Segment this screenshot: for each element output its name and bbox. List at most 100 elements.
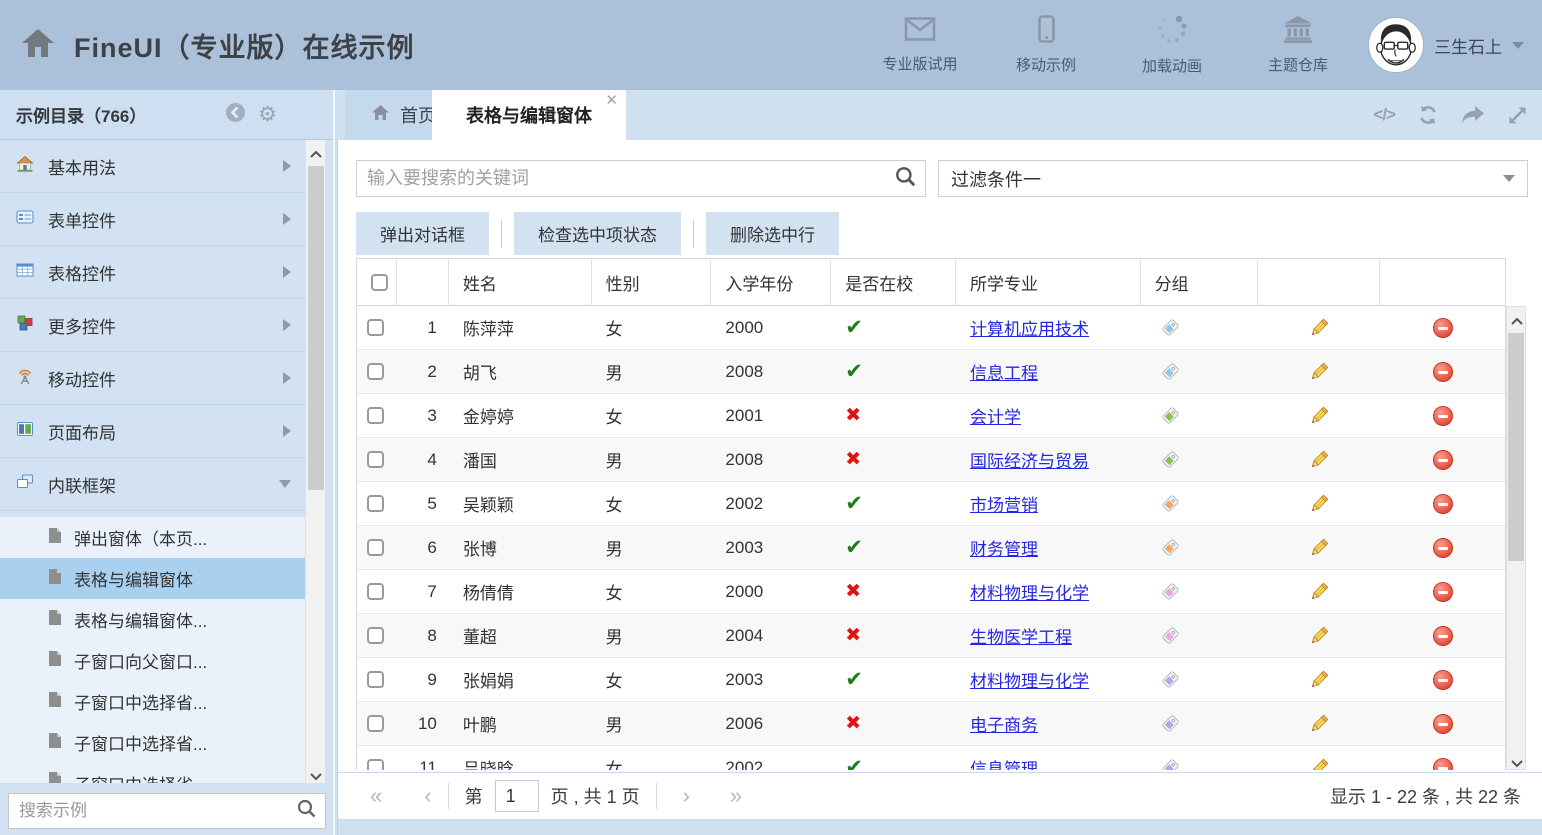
edit-pencil-icon[interactable] bbox=[1309, 362, 1329, 382]
major-link[interactable]: 材料物理与化学 bbox=[970, 579, 1089, 604]
delete-row-icon[interactable] bbox=[1433, 582, 1453, 602]
major-link[interactable]: 信息工程 bbox=[970, 359, 1038, 384]
share-arrow-icon[interactable] bbox=[1461, 105, 1485, 125]
first-page-icon[interactable]: « bbox=[370, 785, 382, 807]
submenu-item[interactable]: 表格与编辑窗体... bbox=[0, 599, 305, 640]
avatar[interactable] bbox=[1368, 17, 1424, 73]
row-checkbox[interactable] bbox=[367, 319, 384, 336]
edit-pencil-icon[interactable] bbox=[1309, 538, 1329, 558]
submenu-item[interactable]: 子窗口中选择省 bbox=[0, 763, 305, 783]
sidebar-item-more[interactable]: 更多控件 bbox=[0, 299, 305, 352]
major-link[interactable]: 电子商务 bbox=[970, 711, 1038, 736]
select-all-checkbox[interactable] bbox=[371, 274, 388, 291]
expand-icon[interactable] bbox=[1507, 105, 1528, 126]
major-link[interactable]: 信息管理 bbox=[970, 755, 1038, 770]
sidebar-item-form[interactable]: 表单控件 bbox=[0, 193, 305, 246]
trial-action[interactable]: 专业版试用 bbox=[880, 16, 960, 74]
row-checkbox[interactable] bbox=[367, 759, 384, 770]
major-link[interactable]: 会计学 bbox=[970, 403, 1021, 428]
sidebar-item-basic[interactable]: 基本用法 bbox=[0, 140, 305, 193]
col-year[interactable]: 入学年份 bbox=[711, 259, 831, 305]
mobile-demo-action[interactable]: 移动示例 bbox=[1006, 15, 1086, 75]
major-link[interactable]: 计算机应用技术 bbox=[970, 315, 1089, 340]
view-source-icon[interactable]: </> bbox=[1373, 105, 1395, 125]
theme-repo-action[interactable]: 主题仓库 bbox=[1258, 15, 1338, 75]
major-link[interactable]: 市场营销 bbox=[970, 491, 1038, 516]
tab-close-icon[interactable]: ✕ bbox=[605, 93, 618, 108]
row-checkbox[interactable] bbox=[367, 671, 384, 688]
edit-pencil-icon[interactable] bbox=[1309, 714, 1329, 734]
edit-pencil-icon[interactable] bbox=[1309, 450, 1329, 470]
delete-row-icon[interactable] bbox=[1433, 450, 1453, 470]
prev-page-icon[interactable]: ‹ bbox=[424, 785, 431, 807]
edit-pencil-icon[interactable] bbox=[1309, 758, 1329, 771]
sidebar-item-layout[interactable]: 页面布局 bbox=[0, 405, 305, 458]
row-checkbox[interactable] bbox=[367, 495, 384, 512]
col-name[interactable]: 姓名 bbox=[449, 259, 592, 305]
major-link[interactable]: 生物医学工程 bbox=[970, 623, 1072, 648]
next-page-icon[interactable]: › bbox=[683, 785, 690, 807]
last-page-icon[interactable]: » bbox=[730, 785, 742, 807]
sidebar-search-input[interactable] bbox=[9, 801, 296, 821]
delete-row-icon[interactable] bbox=[1433, 714, 1453, 734]
row-checkbox[interactable] bbox=[367, 363, 384, 380]
loading-animation-action[interactable]: 加载动画 bbox=[1132, 14, 1212, 76]
check-selection-button[interactable]: 检查选中项状态 bbox=[514, 212, 681, 255]
delete-row-icon[interactable] bbox=[1433, 362, 1453, 382]
submenu-item[interactable]: 子窗口向父窗口... bbox=[0, 640, 305, 681]
delete-row-icon[interactable] bbox=[1433, 494, 1453, 514]
col-group[interactable]: 分组 bbox=[1141, 259, 1259, 305]
submenu-item-selected[interactable]: 表格与编辑窗体 bbox=[0, 558, 305, 599]
delete-row-icon[interactable] bbox=[1433, 626, 1453, 646]
delete-rows-button[interactable]: 删除选中行 bbox=[706, 212, 839, 255]
scroll-down-icon[interactable] bbox=[1509, 755, 1525, 773]
scrollbar-thumb[interactable] bbox=[1508, 333, 1524, 561]
col-major[interactable]: 所学专业 bbox=[956, 259, 1141, 305]
sidebar-item-grid[interactable]: 表格控件 bbox=[0, 246, 305, 299]
submenu-item[interactable]: 子窗口中选择省... bbox=[0, 681, 305, 722]
refresh-icon[interactable] bbox=[1417, 104, 1439, 126]
edit-pencil-icon[interactable] bbox=[1309, 318, 1329, 338]
scroll-down-icon[interactable] bbox=[308, 768, 324, 786]
scroll-up-icon[interactable] bbox=[308, 145, 324, 163]
home-icon[interactable] bbox=[20, 27, 56, 64]
col-inschool[interactable]: 是否在校 bbox=[831, 259, 956, 305]
open-dialog-button[interactable]: 弹出对话框 bbox=[356, 212, 489, 255]
sidebar-item-iframe[interactable]: 内联框架 bbox=[0, 458, 305, 511]
tab-grid-edit-window[interactable]: 表格与编辑窗体 ✕ bbox=[432, 90, 626, 140]
delete-row-icon[interactable] bbox=[1433, 670, 1453, 690]
edit-pencil-icon[interactable] bbox=[1309, 582, 1329, 602]
sidebar-item-mobile[interactable]: 移动控件 bbox=[0, 352, 305, 405]
delete-row-icon[interactable] bbox=[1433, 758, 1453, 771]
user-menu[interactable]: 三生石上 bbox=[1368, 0, 1524, 90]
delete-row-icon[interactable] bbox=[1433, 406, 1453, 426]
submenu-item[interactable]: 弹出窗体（本页... bbox=[0, 517, 305, 558]
grid-scrollbar[interactable] bbox=[1506, 306, 1526, 770]
collapse-circle-icon[interactable] bbox=[225, 102, 246, 128]
scrollbar-thumb[interactable] bbox=[308, 166, 324, 490]
col-gender[interactable]: 性别 bbox=[592, 259, 712, 305]
row-checkbox[interactable] bbox=[367, 407, 384, 424]
major-link[interactable]: 国际经济与贸易 bbox=[970, 447, 1089, 472]
delete-row-icon[interactable] bbox=[1433, 538, 1453, 558]
row-checkbox[interactable] bbox=[367, 627, 384, 644]
submenu-item[interactable]: 子窗口中选择省... bbox=[0, 722, 305, 763]
search-icon[interactable] bbox=[894, 165, 917, 193]
edit-pencil-icon[interactable] bbox=[1309, 670, 1329, 690]
scroll-up-icon[interactable] bbox=[1509, 312, 1525, 330]
edit-pencil-icon[interactable] bbox=[1309, 626, 1329, 646]
edit-pencil-icon[interactable] bbox=[1309, 406, 1329, 426]
filter-dropdown[interactable]: 过滤条件一 bbox=[938, 160, 1528, 197]
row-checkbox[interactable] bbox=[367, 539, 384, 556]
sidebar-scrollbar[interactable] bbox=[305, 140, 325, 783]
gear-icon[interactable]: ⚙ bbox=[258, 104, 277, 125]
page-number-input[interactable] bbox=[495, 780, 539, 812]
edit-pencil-icon[interactable] bbox=[1309, 494, 1329, 514]
keyword-search-input[interactable] bbox=[357, 168, 894, 189]
row-checkbox[interactable] bbox=[367, 583, 384, 600]
search-icon[interactable] bbox=[296, 798, 317, 824]
row-checkbox[interactable] bbox=[367, 715, 384, 732]
delete-row-icon[interactable] bbox=[1433, 318, 1453, 338]
major-link[interactable]: 财务管理 bbox=[970, 535, 1038, 560]
row-checkbox[interactable] bbox=[367, 451, 384, 468]
